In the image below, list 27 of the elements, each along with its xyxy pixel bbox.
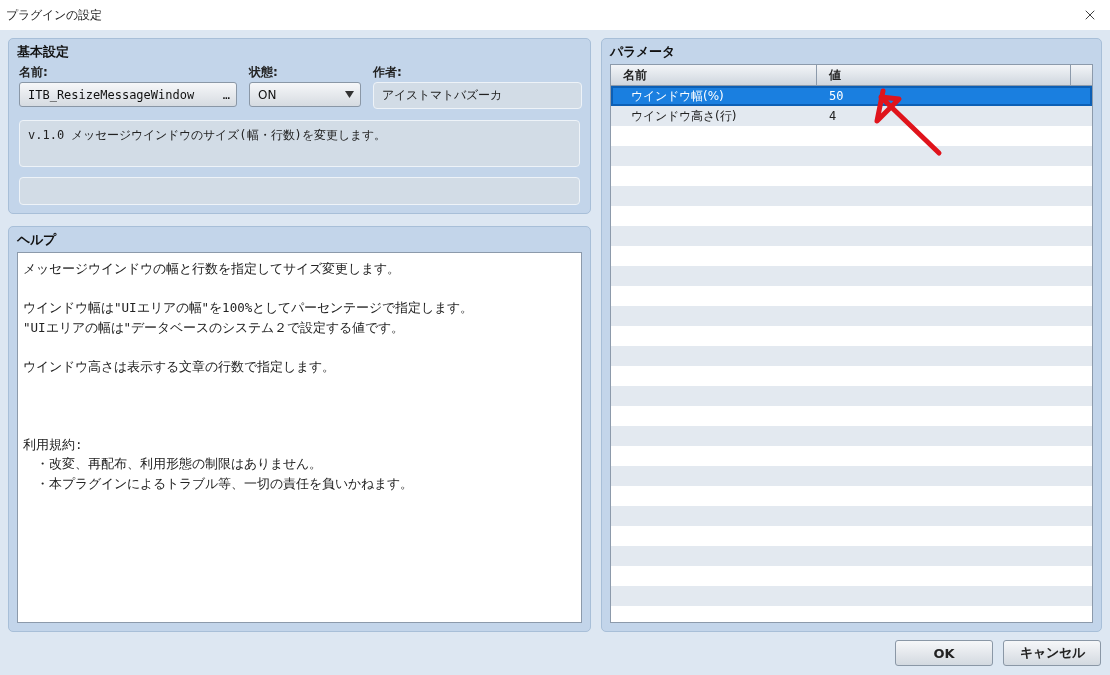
panel-title: 基本設定 — [17, 43, 70, 61]
parameter-name: ウインドウ幅(%) — [630, 87, 725, 105]
terms-item: ・本プラグインによるトラブル等、一切の責任を負いかねます。 — [35, 474, 413, 493]
help-text-line: メッセージウインドウの幅と行数を指定してサイズ変更します。 — [23, 260, 400, 278]
plugin-name-button[interactable]: ITB_ResizeMessageWindow … — [19, 82, 237, 107]
help-text-line: "UIエリアの幅は"データベースのシステム２で設定する値です。 — [23, 318, 405, 337]
parameter-row[interactable]: ウインドウ幅(%) 50 — [611, 86, 1092, 106]
parameter-name: ウインドウ高さ(行) — [630, 107, 738, 125]
description-field: v.1.0 メッセージウインドウのサイズ(幅・行数)を変更します。 — [19, 120, 580, 168]
author-label: 作者: — [373, 64, 403, 81]
window-title: プラグインの設定 — [6, 6, 102, 24]
status-dropdown[interactable]: ON — [249, 82, 361, 107]
terms-heading: 利用規約: — [23, 435, 83, 454]
author-field: アイストマトバズーカ — [373, 82, 582, 109]
terms-item: ・改変、再配布、利用形態の制限はありません。 — [35, 455, 322, 473]
help-text-line: ウインドウ高さは表示する文章の行数で指定します。 — [23, 357, 335, 376]
dialog-button[interactable]: キャンセル — [1003, 640, 1101, 666]
dialog-button[interactable]: OK — [895, 640, 993, 666]
name-label: 名前: — [19, 64, 49, 81]
panel-title: パラメータ — [610, 43, 676, 61]
caret-icon — [345, 91, 354, 98]
status-label: 状態: — [249, 64, 279, 81]
panel-title: ヘルプ — [17, 231, 58, 249]
parameter-value: 4 — [828, 109, 838, 123]
help-text-line: ウインドウ幅は"UIエリアの幅"を100%としてパーセンテージで指定します。 — [23, 299, 474, 317]
parameter-value: 50 — [828, 89, 845, 103]
parameter-row[interactable]: ウインドウ高さ(行) 4 — [611, 106, 1092, 126]
